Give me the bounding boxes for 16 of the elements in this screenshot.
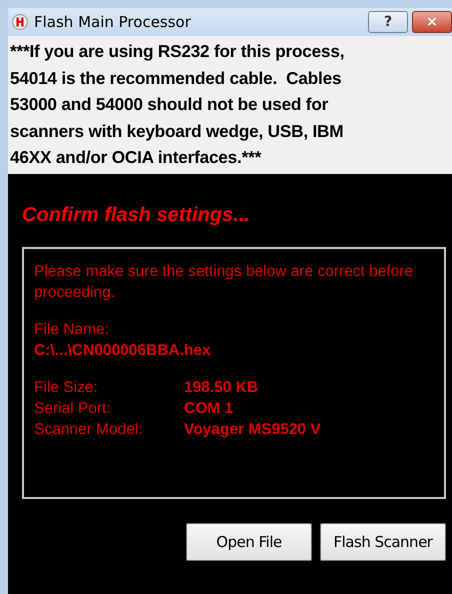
field-label: File Size: <box>34 378 99 398</box>
window-title: Flash Main Processor <box>34 12 192 33</box>
app-icon <box>12 14 28 30</box>
field-value: Voyager MS9520 V <box>184 420 321 440</box>
open-file-button[interactable]: Open File <box>186 522 312 560</box>
field-value: COM 1 <box>184 398 234 418</box>
field-value: 198.50 KB <box>184 378 258 398</box>
field-value: C:\...\CN000006BBA.hex <box>34 340 212 360</box>
field-label: Serial Port: <box>34 398 112 418</box>
help-button[interactable]: ? <box>368 11 408 33</box>
warning-text: ***If you are using RS232 for this process, 54014 is the recommended cable. Cables 53000 and 54000 should not be used for scanners with keyboard wedge, USB, IBM 46XX and/or OCIA interfaces.*** <box>8 36 452 174</box>
flash-scanner-button[interactable]: Flash Scanner <box>320 522 446 560</box>
instruction-text: Please make sure the settings below are correct before proceeding. <box>34 262 414 302</box>
field-label: File Name: <box>34 320 110 340</box>
heading: Confirm flash settings... <box>22 204 251 226</box>
field-label: Scanner Model: <box>34 420 144 440</box>
